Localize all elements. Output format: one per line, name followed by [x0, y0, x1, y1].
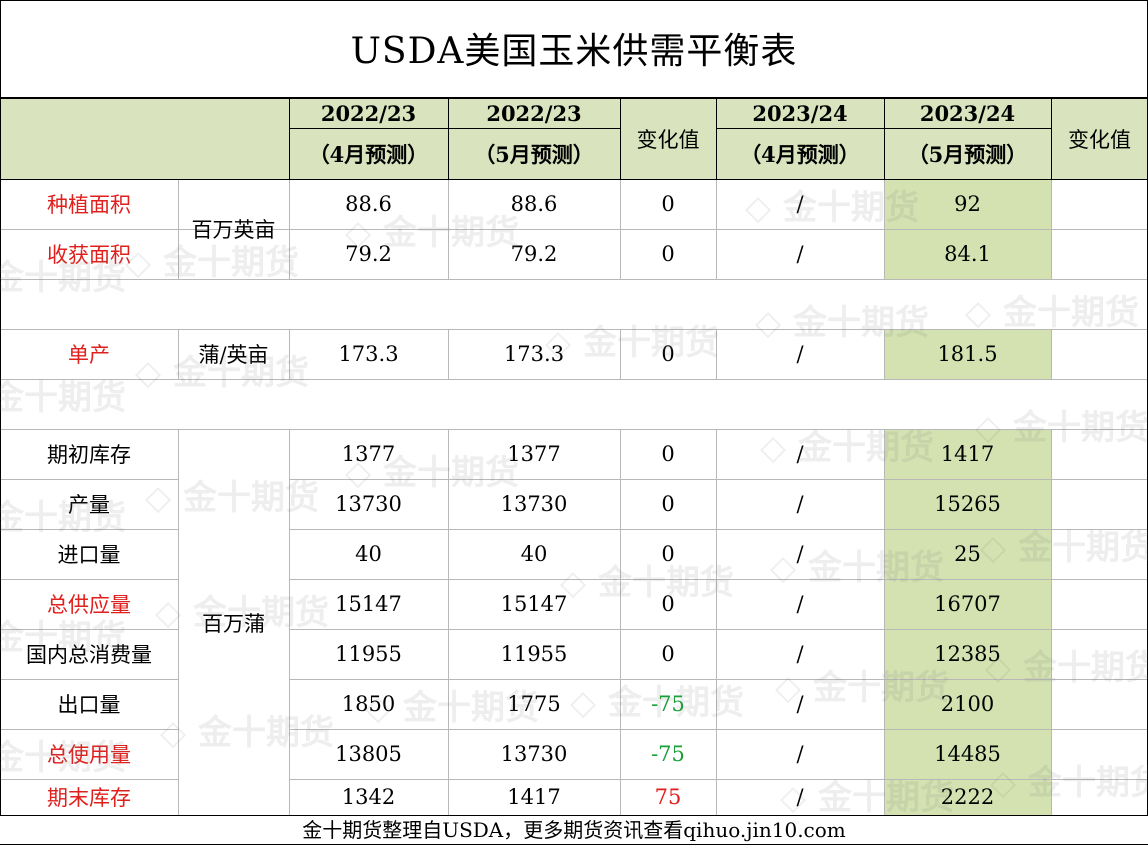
cell-c2: 40 [520, 542, 548, 566]
header-col3-sub: （4月预测） [740, 142, 860, 167]
page-title: USDA美国玉米供需平衡表 [350, 31, 798, 72]
cell-c1: 15147 [335, 592, 402, 616]
cell-c3: / [796, 242, 804, 266]
header-col4-sub: （5月预测） [907, 142, 1028, 167]
cell-c4: 2100 [940, 692, 995, 716]
cell-change: 0 [661, 592, 675, 616]
cell-c3: / [796, 542, 804, 566]
row-label: 国内总消费量 [26, 643, 152, 667]
cell-change: -75 [651, 742, 685, 766]
cell-change: -75 [651, 692, 685, 716]
cell-c4: 25 [954, 542, 981, 566]
cell-c1: 173.3 [338, 342, 399, 366]
header-col1-sub: （4月预测） [308, 142, 429, 167]
cell-c4: 1417 [940, 442, 995, 466]
cell-c1: 40 [355, 542, 382, 566]
cell-c1: 13805 [335, 742, 402, 766]
cell-change: 0 [661, 192, 675, 216]
cell-c4: 92 [954, 192, 981, 216]
cell-change: 0 [661, 342, 675, 366]
unit-area: 百万英亩 [191, 218, 276, 242]
cell-c4: 16707 [934, 592, 1001, 616]
cell-c3: / [796, 442, 804, 466]
cell-c2: 1377 [507, 442, 561, 466]
cell-c1: 11955 [335, 642, 402, 666]
row-label: 收获面积 [47, 243, 131, 267]
header-col1-year: 2022/23 [320, 100, 417, 126]
unit-bushel: 百万蒲 [202, 611, 265, 636]
cell-c1: 1342 [341, 785, 396, 809]
cell-change: 0 [661, 642, 675, 666]
row-label: 产量 [68, 493, 110, 517]
row-label: 总使用量 [47, 743, 131, 767]
row-label: 出口量 [57, 693, 121, 717]
header-change2: 变化值 [1068, 127, 1131, 152]
cell-c2: 79.2 [510, 242, 558, 266]
cell-change: 0 [661, 242, 675, 266]
header-col4-year: 2023/24 [919, 100, 1016, 126]
row-label: 总供应量 [47, 593, 131, 617]
cell-c2: 1417 [507, 785, 561, 809]
cell-c1: 1850 [341, 692, 396, 716]
header-col2-sub: （5月预测） [474, 142, 594, 167]
unit-yield: 蒲/英亩 [198, 343, 269, 367]
header-col2-year: 2022/23 [486, 100, 582, 126]
cell-c1: 79.2 [345, 242, 392, 266]
row-label: 期初库存 [47, 443, 131, 467]
cell-c4: 2222 [940, 785, 995, 809]
cell-c3: / [796, 192, 804, 216]
footer-note: 金十期货整理自USDA，更多期货资讯查看qihuo.jin10.com [302, 818, 846, 842]
header-col3-year: 2023/24 [752, 100, 848, 126]
cell-c3: / [796, 692, 804, 716]
cell-change: 0 [661, 542, 675, 566]
cell-c3: / [796, 342, 804, 366]
cell-change: 0 [661, 442, 675, 466]
row-label: 种植面积 [47, 193, 131, 217]
row-label: 期末库存 [47, 786, 131, 810]
cell-c2: 11955 [500, 642, 568, 666]
cell-c3: / [796, 492, 804, 516]
watermark-logo: ◇ 金十期货 [965, 293, 1139, 333]
cell-c1: 13730 [335, 492, 402, 516]
cell-c3: / [796, 592, 804, 616]
cell-c2: 13730 [500, 492, 568, 516]
cell-c2: 88.6 [510, 192, 558, 216]
cell-c4: 84.1 [944, 242, 991, 266]
cell-c4: 14485 [934, 742, 1001, 766]
row-label: 单产 [68, 343, 110, 367]
cell-c4: 12385 [934, 642, 1001, 666]
cell-c4: 181.5 [937, 342, 998, 366]
cell-c4: 15265 [934, 492, 1001, 516]
cell-c3: / [796, 742, 804, 766]
cell-c2: 13730 [500, 742, 568, 766]
cell-c1: 88.6 [345, 192, 392, 216]
cell-c3: / [796, 642, 804, 666]
header-change1: 变化值 [636, 127, 700, 152]
cell-change: 75 [654, 785, 682, 809]
cell-c3: / [796, 785, 804, 809]
cell-c2: 15147 [500, 592, 568, 616]
cell-c2: 173.3 [503, 342, 565, 366]
row-label: 进口量 [57, 543, 121, 567]
cell-c1: 1377 [341, 442, 396, 466]
cell-change: 0 [661, 492, 675, 516]
cell-c2: 1775 [507, 692, 561, 716]
